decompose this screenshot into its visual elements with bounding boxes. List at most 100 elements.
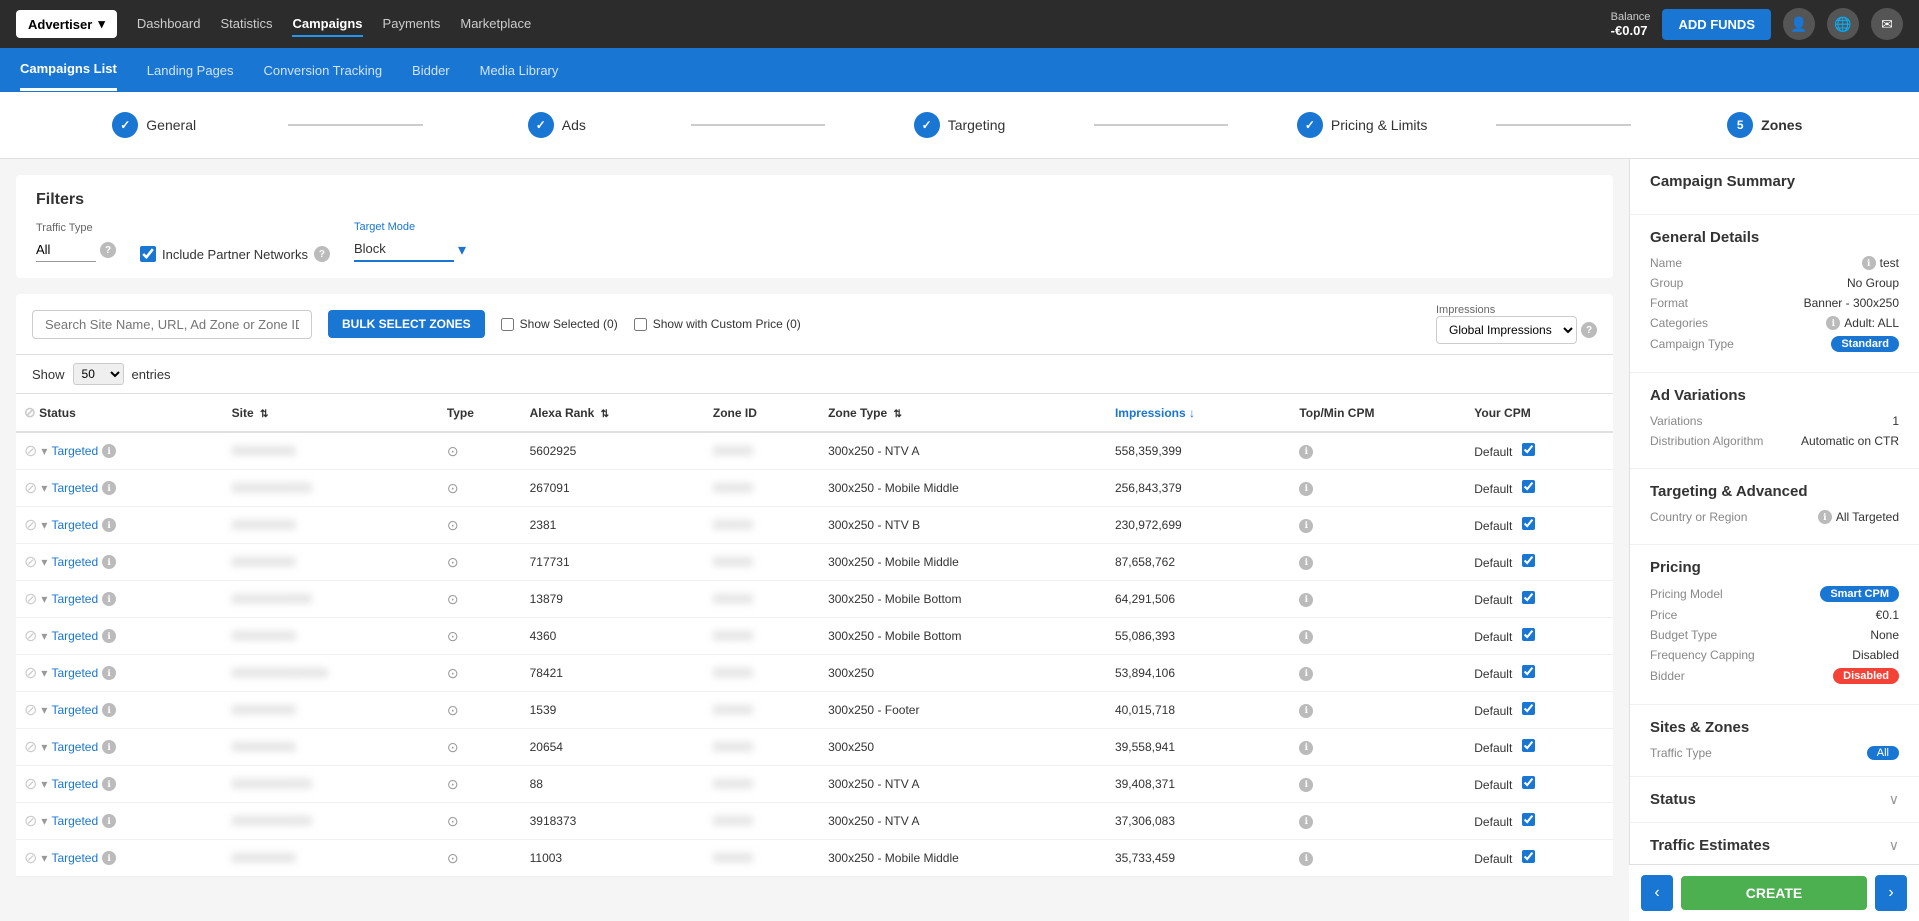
traffic-estimates-section[interactable]: Traffic Estimates ∨ xyxy=(1630,823,1919,869)
status-dropdown-icon[interactable]: ▾ xyxy=(41,518,47,532)
create-button[interactable]: CREATE xyxy=(1681,876,1867,910)
col-impressions[interactable]: Impressions ↓ xyxy=(1107,394,1291,432)
impressions-select[interactable]: Global Impressions xyxy=(1436,316,1577,344)
cpm-info-icon[interactable]: ℹ xyxy=(1299,815,1313,829)
row-checkbox[interactable] xyxy=(1522,813,1535,826)
nav-campaigns[interactable]: Campaigns xyxy=(292,12,362,37)
cpm-info-icon[interactable]: ℹ xyxy=(1299,593,1313,607)
advertiser-button[interactable]: Advertiser ▾ xyxy=(16,10,117,38)
row-info-icon[interactable]: ℹ xyxy=(102,481,116,495)
globe-icon[interactable]: 🌐 xyxy=(1827,8,1859,40)
traffic-type-help-icon[interactable]: ? xyxy=(100,242,116,258)
step-pricing-label: Pricing & Limits xyxy=(1331,117,1427,133)
entries-select[interactable]: 50 25 100 xyxy=(73,363,124,385)
row-checkbox[interactable] xyxy=(1522,702,1535,715)
row-checkbox[interactable] xyxy=(1522,443,1535,456)
type-cell: ⊙ xyxy=(439,618,522,655)
row-info-icon[interactable]: ℹ xyxy=(102,444,116,458)
traffic-type-select[interactable]: All xyxy=(36,238,96,262)
nav-statistics[interactable]: Statistics xyxy=(220,12,272,37)
sub-nav-media-library[interactable]: Media Library xyxy=(480,51,559,90)
status-section[interactable]: Status ∨ xyxy=(1630,777,1919,823)
row-info-icon[interactable]: ℹ xyxy=(102,629,116,643)
targeting-section: Targeting & Advanced Country or Region ℹ… xyxy=(1630,469,1919,545)
col-site[interactable]: Site ⇅ xyxy=(224,394,439,432)
status-dropdown-icon[interactable]: ▾ xyxy=(41,666,47,680)
row-info-icon[interactable]: ℹ xyxy=(102,814,116,828)
row-checkbox[interactable] xyxy=(1522,628,1535,641)
sub-nav-bidder[interactable]: Bidder xyxy=(412,51,450,90)
status-block-icon: ⊘ xyxy=(24,848,37,868)
row-info-icon[interactable]: ℹ xyxy=(102,592,116,606)
your-cpm-cell: Default xyxy=(1466,432,1613,470)
row-checkbox[interactable] xyxy=(1522,665,1535,678)
row-info-icon[interactable]: ℹ xyxy=(102,555,116,569)
cpm-info-icon[interactable]: ℹ xyxy=(1299,630,1313,644)
bulk-select-button[interactable]: BULK SELECT ZONES xyxy=(328,310,485,338)
row-checkbox[interactable] xyxy=(1522,480,1535,493)
row-info-icon[interactable]: ℹ xyxy=(102,740,116,754)
cpm-info-icon[interactable]: ℹ xyxy=(1299,519,1313,533)
sub-nav-landing-pages[interactable]: Landing Pages xyxy=(147,51,234,90)
cpm-info-icon[interactable]: ℹ xyxy=(1299,556,1313,570)
status-dropdown-icon[interactable]: ▾ xyxy=(41,444,47,458)
status-block-icon: ⊘ xyxy=(24,737,37,757)
status-dropdown-icon[interactable]: ▾ xyxy=(41,629,47,643)
alexa-rank-cell: 1539 xyxy=(522,692,705,729)
distribution-value: Automatic on CTR xyxy=(1801,434,1899,448)
status-dropdown-icon[interactable]: ▾ xyxy=(41,592,47,606)
status-dropdown-icon[interactable]: ▾ xyxy=(41,851,47,865)
cpm-info-icon[interactable]: ℹ xyxy=(1299,852,1313,866)
nav-dashboard[interactable]: Dashboard xyxy=(137,12,201,37)
nav-payments[interactable]: Payments xyxy=(383,12,441,37)
col-alexa[interactable]: Alexa Rank ⇅ xyxy=(522,394,705,432)
row-checkbox[interactable] xyxy=(1522,850,1535,863)
cpm-info-icon[interactable]: ℹ xyxy=(1299,778,1313,792)
cpm-info-icon[interactable]: ℹ xyxy=(1299,482,1313,496)
table-row: ⊘ ▾ Targeted ℹ XXXXXXXXXX ⊙ 3918373 XXXX… xyxy=(16,803,1613,840)
status-cell: ⊘ ▾ Targeted ℹ xyxy=(16,544,224,581)
row-checkbox[interactable] xyxy=(1522,554,1535,567)
impressions-cell: 39,558,941 xyxy=(1107,729,1291,766)
messages-icon[interactable]: ✉ xyxy=(1871,8,1903,40)
include-partner-checkbox[interactable] xyxy=(140,246,156,262)
sub-nav-conversion-tracking[interactable]: Conversion Tracking xyxy=(264,51,383,90)
zone-id-value: XXXXX xyxy=(713,592,753,606)
status-dropdown-icon[interactable]: ▾ xyxy=(41,740,47,754)
status-dropdown-icon[interactable]: ▾ xyxy=(41,814,47,828)
country-row: Country or Region ℹ All Targeted xyxy=(1650,510,1899,524)
row-checkbox[interactable] xyxy=(1522,739,1535,752)
row-info-icon[interactable]: ℹ xyxy=(102,703,116,717)
status-dropdown-icon[interactable]: ▾ xyxy=(41,555,47,569)
user-icon[interactable]: 👤 xyxy=(1783,8,1815,40)
row-info-icon[interactable]: ℹ xyxy=(102,666,116,680)
cpm-info-icon[interactable]: ℹ xyxy=(1299,704,1313,718)
target-mode-select[interactable]: Block Allow xyxy=(354,237,454,262)
status-dropdown-icon[interactable]: ▾ xyxy=(41,777,47,791)
include-partner-help-icon[interactable]: ? xyxy=(314,246,330,262)
search-input[interactable] xyxy=(32,310,312,339)
status-dropdown-icon[interactable]: ▾ xyxy=(41,703,47,717)
nav-marketplace[interactable]: Marketplace xyxy=(460,12,531,37)
top-min-cpm-cell: ℹ xyxy=(1291,618,1466,655)
show-selected-checkbox[interactable] xyxy=(501,318,514,331)
col-zone-type[interactable]: Zone Type ⇅ xyxy=(820,394,1107,432)
sub-nav-campaigns-list[interactable]: Campaigns List xyxy=(20,49,117,91)
impressions-help-icon[interactable]: ? xyxy=(1581,322,1597,338)
next-button[interactable]: › xyxy=(1875,875,1907,911)
add-funds-button[interactable]: ADD FUNDS xyxy=(1662,9,1771,40)
row-info-icon[interactable]: ℹ xyxy=(102,851,116,865)
row-checkbox[interactable] xyxy=(1522,517,1535,530)
row-checkbox[interactable] xyxy=(1522,776,1535,789)
prev-button[interactable]: ‹ xyxy=(1641,875,1673,911)
show-custom-price-checkbox[interactable] xyxy=(634,318,647,331)
cpm-info-icon[interactable]: ℹ xyxy=(1299,445,1313,459)
cpm-info-icon[interactable]: ℹ xyxy=(1299,741,1313,755)
row-info-icon[interactable]: ℹ xyxy=(102,518,116,532)
row-checkbox[interactable] xyxy=(1522,591,1535,604)
row-info-icon[interactable]: ℹ xyxy=(102,777,116,791)
status-dropdown-icon[interactable]: ▾ xyxy=(41,481,47,495)
cpm-info-icon[interactable]: ℹ xyxy=(1299,667,1313,681)
include-partner-label: Include Partner Networks xyxy=(162,247,308,262)
pricing-title: Pricing xyxy=(1650,559,1899,576)
